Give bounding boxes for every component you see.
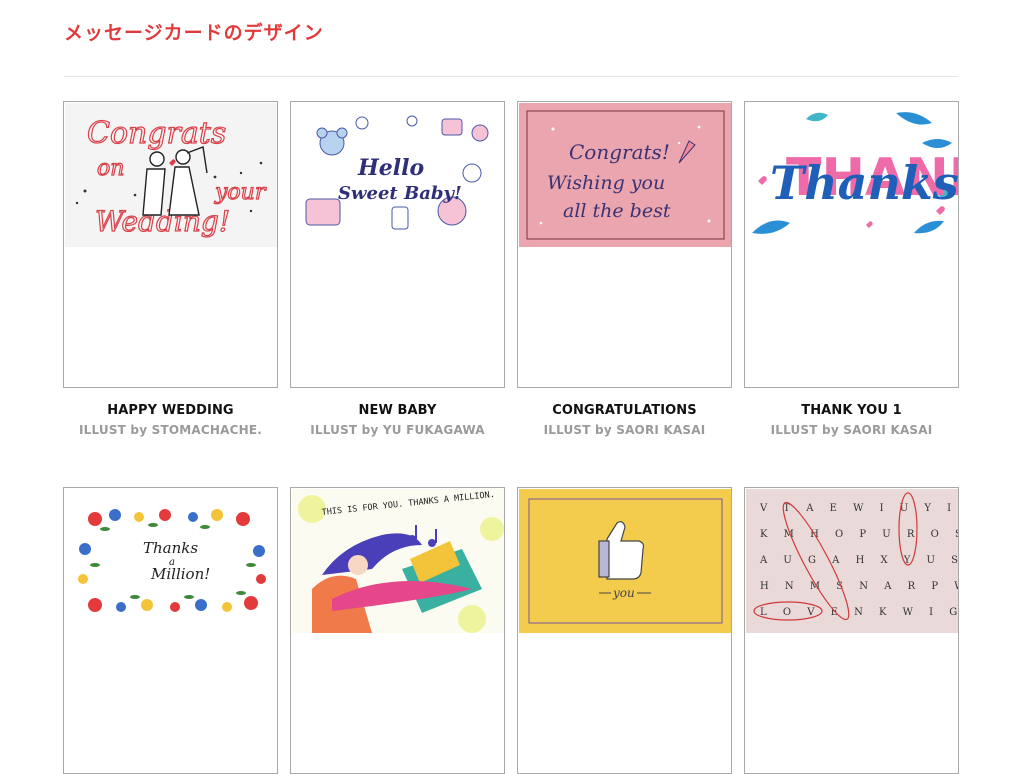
card-frame[interactable]: Congrats on your Wedding!	[63, 101, 278, 388]
card-credit: ILLUST by STOMACHACHE.	[78, 423, 263, 437]
card-illustration: Hello Sweet Baby!	[292, 103, 504, 247]
card-credit: ILLUST by SAORI KASAI	[543, 423, 706, 437]
card-frame[interactable]: THANK Thanks	[744, 101, 959, 388]
art-text: Congrats!	[569, 140, 670, 164]
art-text: Thanks	[143, 539, 198, 557]
art-text: V T A E W I U Y I S	[759, 503, 959, 514]
card-title[interactable]: HAPPY WEDDING	[63, 403, 278, 418]
card-illustration: THIS IS FOR YOU. THANKS A MILLION.	[292, 489, 504, 633]
card-illustration: V T A E W I U Y I S K M H O P U R O S Q …	[746, 489, 959, 633]
card-illustration: you	[519, 489, 731, 633]
card-title[interactable]: THANK YOU 1	[744, 403, 959, 418]
card-credit: ILLUST by SAORI KASAI	[770, 423, 933, 437]
card-illustration: THANK Thanks	[746, 103, 959, 247]
art-text: Congrats	[87, 116, 226, 151]
card-frame[interactable]: Thanks a Million!	[63, 487, 278, 774]
card-frame[interactable]: Congrats! Wishing you all the best	[517, 101, 732, 388]
card-thumbs-up[interactable]: you	[517, 487, 732, 774]
art-text: H N M S N A R P W K	[760, 581, 959, 592]
card-word-search[interactable]: V T A E W I U Y I S K M H O P U R O S Q …	[744, 487, 959, 774]
card-frame[interactable]: V T A E W I U Y I S K M H O P U R O S Q …	[744, 487, 959, 774]
card-title[interactable]: NEW BABY	[290, 403, 505, 418]
divider	[64, 76, 958, 77]
art-text: your	[214, 180, 267, 205]
card-thanks-a-million-gift[interactable]: THIS IS FOR YOU. THANKS A MILLION.	[290, 487, 505, 774]
card-happy-wedding[interactable]: Congrats on your Wedding! HAPPY WEDDING …	[63, 101, 278, 437]
card-frame[interactable]: THIS IS FOR YOU. THANKS A MILLION.	[290, 487, 505, 774]
art-text: you	[612, 586, 635, 600]
card-thanks-a-million-floral[interactable]: Thanks a Million!	[63, 487, 278, 774]
card-illustration: Congrats! Wishing you all the best	[519, 103, 731, 247]
art-text: L O V E N K W I G Y	[760, 607, 959, 618]
art-text: Wishing you	[547, 172, 665, 194]
page-title: メッセージカードのデザイン	[64, 22, 324, 44]
card-frame[interactable]: Hello Sweet Baby!	[290, 101, 505, 388]
card-thank-you-1[interactable]: THANK Thanks THANK YOU 1 ILLUST by SAORI…	[744, 101, 959, 437]
art-text: Million!	[150, 565, 210, 583]
art-text: Sweet Baby!	[338, 183, 462, 204]
card-illustration: Thanks a Million!	[65, 489, 277, 633]
art-text: on	[97, 156, 124, 181]
card-credit: ILLUST by YU FUKAGAWA	[310, 423, 485, 437]
art-text: A U G A H X Y U S Z	[759, 555, 959, 566]
card-new-baby[interactable]: Hello Sweet Baby! NEW BABY ILLUST by YU …	[290, 101, 505, 437]
art-text: Thanks	[770, 156, 959, 210]
card-title[interactable]: CONGRATULATIONS	[517, 403, 732, 418]
art-text: Hello	[357, 155, 424, 181]
card-congratulations[interactable]: Congrats! Wishing you all the best CONGR…	[517, 101, 732, 437]
card-grid: Congrats on your Wedding! HAPPY WEDDING …	[63, 101, 963, 774]
art-text: Wedding!	[95, 205, 230, 238]
card-illustration: Congrats on your Wedding!	[65, 103, 277, 247]
art-text: all the best	[563, 200, 671, 222]
card-frame[interactable]: you	[517, 487, 732, 774]
